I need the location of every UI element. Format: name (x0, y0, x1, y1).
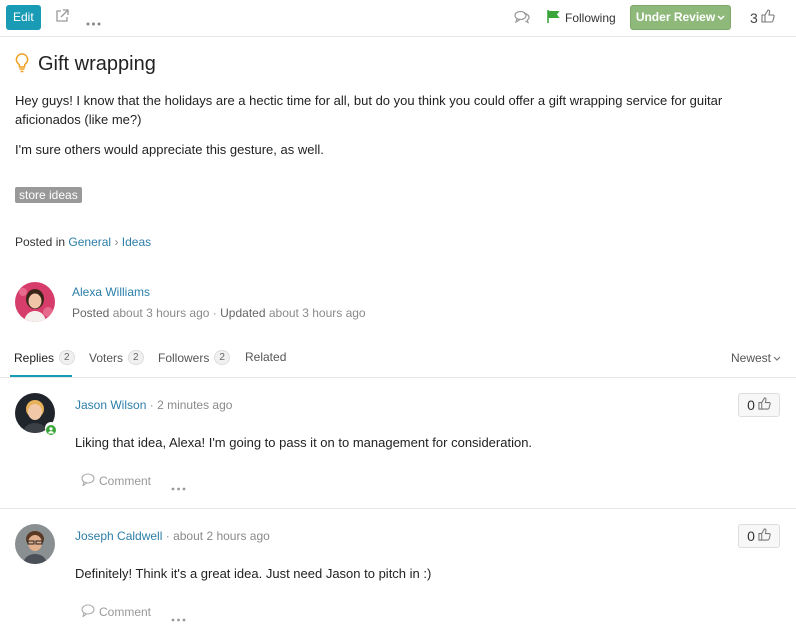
tab-voters-label: Voters (89, 350, 124, 365)
tab-followers-count: 2 (214, 350, 230, 365)
online-status-icon (45, 422, 57, 435)
reply-vote-count: 0 (747, 397, 755, 413)
more-dots-icon[interactable] (86, 14, 101, 29)
status-label: Under Review (635, 10, 716, 24)
post-vote-count: 3 (750, 9, 758, 26)
top-toolbar: Edit Following Under Review 3 (0, 0, 796, 37)
more-dots-icon[interactable] (171, 610, 186, 625)
reply-text: Liking that idea, Alexa! I'm going to pa… (75, 435, 533, 450)
lightbulb-icon (15, 53, 29, 76)
chevron-down-icon (771, 351, 781, 365)
reply-time: 2 minutes ago (157, 398, 233, 412)
thumbs-up-icon (758, 528, 771, 544)
post-paragraph-2: I'm sure others would appreciate this ge… (15, 142, 324, 157)
edit-button[interactable]: Edit (6, 5, 41, 30)
post-vote-button[interactable]: 3 (750, 9, 775, 26)
subcategory-link[interactable]: Ideas (122, 235, 151, 249)
comments-icon[interactable] (514, 10, 530, 27)
author-avatar[interactable] (15, 282, 55, 322)
active-tab-indicator (10, 375, 72, 377)
post-paragraph-1: Hey guys! I know that the holidays are a… (15, 93, 723, 127)
tab-voters[interactable]: Voters 2 (89, 350, 144, 365)
reply-vote-button[interactable]: 0 (738, 393, 780, 417)
thumbs-up-icon (758, 397, 771, 413)
reply-header: Joseph Caldwell · about 2 hours ago (75, 529, 270, 543)
tab-replies-count: 2 (59, 350, 75, 365)
updated-label: Updated (220, 306, 266, 320)
external-link-icon[interactable] (55, 9, 69, 26)
breadcrumb-separator: › (114, 235, 119, 249)
breadcrumb: Posted in General › Ideas (15, 235, 151, 249)
following-toggle[interactable]: Following (547, 10, 616, 26)
reply-avatar[interactable] (15, 524, 55, 564)
status-dropdown[interactable]: Under Review (630, 5, 731, 30)
thumbs-up-icon (761, 9, 775, 26)
reply-vote-count: 0 (747, 528, 755, 544)
tab-related[interactable]: Related (245, 350, 286, 364)
tag-store-ideas[interactable]: store ideas (15, 187, 82, 203)
author-name-link[interactable]: Alexa Williams (72, 285, 150, 299)
reply-divider (0, 508, 796, 509)
comment-icon (81, 604, 95, 620)
posted-in-label: Posted in (15, 235, 66, 249)
comment-label: Comment (99, 605, 152, 619)
reply-author-link[interactable]: Jason Wilson (75, 398, 146, 412)
tab-followers-label: Followers (158, 350, 210, 365)
tab-voters-count: 2 (128, 350, 144, 365)
flag-icon (547, 10, 561, 26)
reply-time: about 2 hours ago (173, 529, 270, 543)
comment-icon (81, 473, 95, 489)
category-link[interactable]: General (68, 235, 111, 249)
reply-comment-button[interactable]: Comment (81, 473, 151, 489)
sort-label: Newest (731, 351, 772, 365)
tab-replies-label: Replies (14, 350, 55, 365)
reply-header: Jason Wilson · 2 minutes ago (75, 398, 232, 412)
more-dots-icon[interactable] (171, 479, 186, 494)
following-label: Following (565, 11, 616, 25)
posted-time: about 3 hours ago (112, 306, 210, 320)
posted-label: Posted (72, 306, 110, 320)
reply-vote-button[interactable]: 0 (738, 524, 780, 548)
reply-separator: · (165, 529, 170, 543)
tab-related-label: Related (245, 350, 287, 364)
tab-followers[interactable]: Followers 2 (158, 350, 230, 365)
post-header: Gift wrapping (15, 53, 156, 76)
sort-dropdown[interactable]: Newest (731, 351, 781, 365)
chevron-down-icon (715, 10, 725, 24)
reply-text: Definitely! Think it's a great idea. Jus… (75, 566, 432, 581)
reply-separator: · (149, 398, 154, 412)
page-title: Gift wrapping (38, 53, 156, 75)
reply-author-link[interactable]: Joseph Caldwell (75, 529, 162, 543)
reply-comment-button[interactable]: Comment (81, 604, 151, 620)
post-meta: Posted about 3 hours ago · Updated about… (72, 306, 366, 320)
tab-replies[interactable]: Replies 2 (14, 350, 75, 365)
discussion-tabs: Replies 2 Voters 2 Followers 2 Related N… (0, 340, 796, 378)
updated-time: about 3 hours ago (268, 306, 366, 320)
meta-separator: · (212, 306, 217, 320)
comment-label: Comment (99, 474, 152, 488)
